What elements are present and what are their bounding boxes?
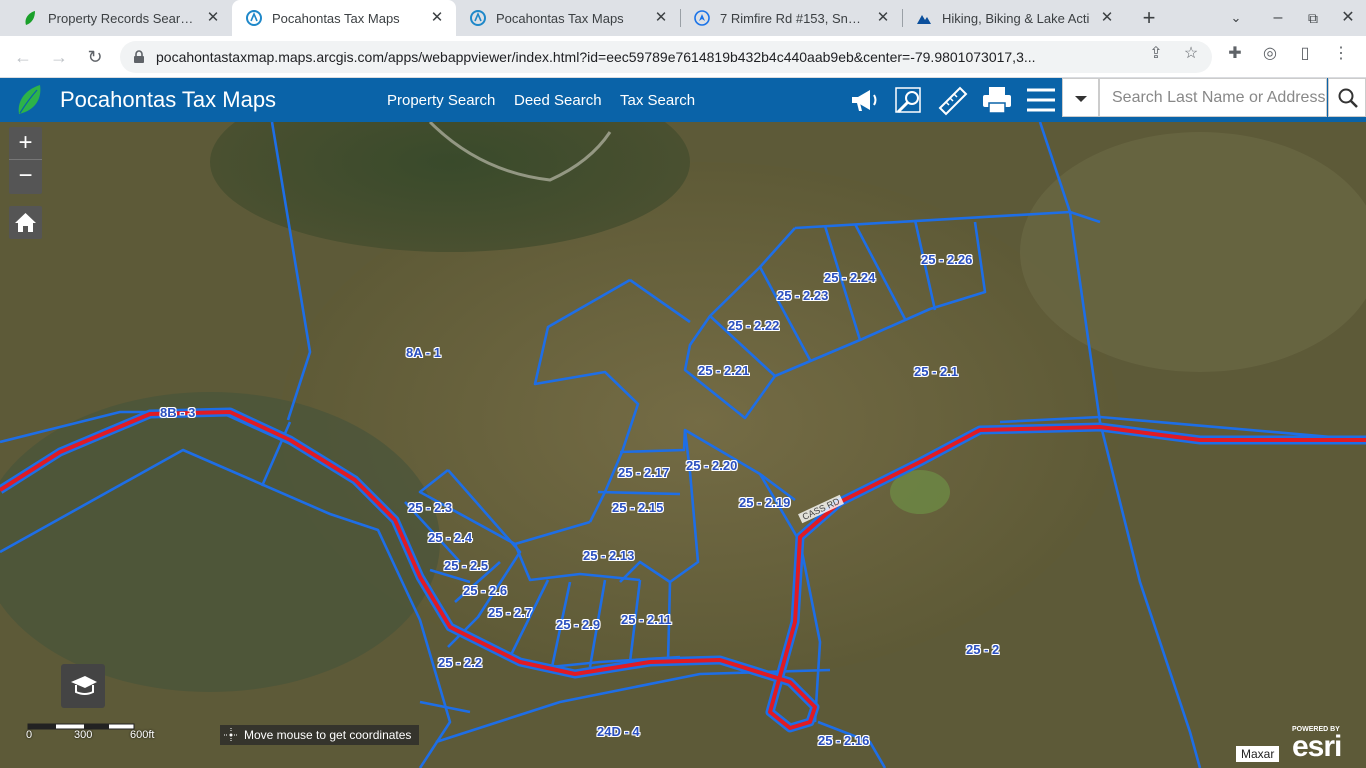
app-logo-icon: [18, 85, 41, 114]
tab-title: Pocahontas Tax Maps: [272, 10, 400, 26]
browser-tab-hiking[interactable]: Hiking, Biking & Lake Acti ✕: [902, 0, 1126, 36]
parcel-label[interactable]: 25 - 2.26: [921, 252, 972, 267]
browser-tabstrip: Property Records Search | ✕ Pocahontas T…: [0, 0, 1366, 36]
forward-icon[interactable]: →: [46, 44, 72, 70]
parcel-label[interactable]: 8B - 3: [160, 405, 195, 420]
esri-logo: POWERED BY esri: [1292, 726, 1342, 763]
parcel-label[interactable]: 24D - 4: [597, 724, 640, 739]
close-icon[interactable]: ✕: [428, 9, 446, 27]
close-icon[interactable]: ✕: [874, 9, 892, 27]
menu-icon[interactable]: [1024, 84, 1058, 116]
parcel-label[interactable]: 25 - 2.15: [612, 500, 663, 515]
mountain-icon: [917, 15, 931, 24]
search-map-icon[interactable]: [892, 84, 926, 116]
print-icon[interactable]: [980, 84, 1014, 116]
satellite-imagery: [0, 122, 1366, 768]
scale-label: 300: [74, 729, 93, 741]
crosshair-icon: [224, 728, 238, 742]
share-icon[interactable]: ⇪: [1146, 44, 1166, 64]
scale-label: 0: [26, 729, 33, 741]
parcel-label[interactable]: 25 - 2.24: [824, 270, 875, 285]
close-icon[interactable]: ✕: [204, 9, 222, 27]
parcel-label[interactable]: 25 - 2.2: [438, 655, 482, 670]
parcel-label[interactable]: 25 - 2.20: [686, 458, 737, 473]
back-icon[interactable]: ←: [10, 44, 36, 70]
reload-icon[interactable]: ↻: [82, 44, 108, 70]
parcel-label[interactable]: 25 - 2.21: [698, 363, 749, 378]
parcel-label[interactable]: 25 - 2.7: [488, 605, 532, 620]
parcel-label[interactable]: 25 - 2: [966, 642, 999, 657]
bookmark-star-icon[interactable]: ☆: [1181, 44, 1201, 64]
chevron-down-icon: [1075, 96, 1087, 102]
scale-label: 600ft: [130, 729, 155, 741]
parcel-label[interactable]: 25 - 2.19: [739, 495, 790, 510]
arcgis-icon: [246, 10, 262, 26]
zoom-in-button[interactable]: +: [9, 127, 42, 160]
lock-icon[interactable]: [132, 50, 146, 64]
leaf-icon: [25, 11, 35, 25]
parcel-label[interactable]: 25 - 2.1: [914, 364, 958, 379]
tab-title: Property Records Search |: [48, 10, 198, 26]
parcel-label[interactable]: 8A - 1: [406, 345, 441, 360]
coordinate-display[interactable]: Move mouse to get coordinates: [220, 725, 420, 745]
search-source-dropdown[interactable]: [1062, 78, 1099, 117]
address-bar[interactable]: pocahontastaxmap.maps.arcgis.com/apps/we…: [120, 41, 1212, 73]
browser-tab-tax-maps-active[interactable]: Pocahontas Tax Maps ✕: [232, 0, 456, 36]
parcel-label[interactable]: 25 - 2.23: [777, 288, 828, 303]
graduation-cap-icon: [71, 676, 97, 695]
parcel-label[interactable]: 25 - 2.6: [463, 583, 507, 598]
coordinate-text: Move mouse to get coordinates: [244, 728, 412, 742]
restore-icon[interactable]: ⧉: [1301, 6, 1325, 30]
parcel-label[interactable]: 25 - 2.22: [728, 318, 779, 333]
side-panel-icon[interactable]: ▯: [1295, 44, 1315, 64]
tab-search-icon[interactable]: ⌄: [1224, 6, 1248, 30]
parcel-label[interactable]: 25 - 2.9: [556, 617, 600, 632]
arcgis-icon: [470, 10, 486, 26]
tab-title: Pocahontas Tax Maps: [496, 10, 624, 26]
url-text[interactable]: pocahontastaxmap.maps.arcgis.com/apps/we…: [156, 49, 1136, 65]
zoom-control: + −: [9, 127, 42, 194]
browser-tab-tax-maps[interactable]: Pocahontas Tax Maps ✕: [456, 0, 680, 36]
close-icon[interactable]: ✕: [1098, 9, 1116, 27]
window-close-icon[interactable]: ✕: [1336, 6, 1360, 30]
parcel-label[interactable]: 25 - 2.5: [444, 558, 488, 573]
nav-link-deed-search[interactable]: Deed Search: [514, 92, 602, 109]
parcel-label[interactable]: 25 - 2.4: [428, 530, 472, 545]
home-button[interactable]: [9, 206, 42, 239]
search-icon: [1338, 88, 1358, 108]
scale-bar: 0 300 600ft: [26, 722, 166, 742]
search-button[interactable]: [1328, 78, 1366, 117]
extensions-icon[interactable]: ✚: [1225, 44, 1245, 64]
nav-link-tax-search[interactable]: Tax Search: [620, 92, 695, 109]
browser-toolbar: ← → ↻ pocahontastaxmap.maps.arcgis.com/a…: [0, 36, 1366, 78]
parcel-label[interactable]: 25 - 2.11: [621, 612, 672, 627]
app-title: Pocahontas Tax Maps: [60, 87, 277, 112]
map-view[interactable]: 8A - 1 8B - 3 25 - 2.26 25 - 2.24 25 - 2…: [0, 122, 1366, 768]
extension-icon[interactable]: ◎: [1260, 44, 1280, 64]
zoom-out-button[interactable]: −: [9, 160, 42, 193]
parcel-label[interactable]: 25 - 2.3: [408, 500, 452, 515]
measure-icon[interactable]: [936, 84, 970, 116]
tab-title: Hiking, Biking & Lake Acti: [942, 10, 1090, 26]
parcel-label[interactable]: 25 - 2.13: [583, 548, 634, 563]
overview-map-button[interactable]: [61, 664, 105, 708]
browser-tab-rimfire[interactable]: 7 Rimfire Rd #153, Snows ✕: [680, 0, 902, 36]
minimize-icon[interactable]: –: [1266, 6, 1290, 30]
new-tab-button[interactable]: +: [1137, 6, 1161, 30]
search-input[interactable]: [1099, 78, 1327, 117]
browser-menu-icon[interactable]: ⋮: [1331, 44, 1351, 64]
parcel-label[interactable]: 25 - 2.16: [818, 733, 869, 748]
location-icon: [694, 10, 710, 26]
tab-title: 7 Rimfire Rd #153, Snows: [720, 10, 868, 26]
nav-link-property-search[interactable]: Property Search: [387, 92, 495, 109]
esri-brand-text: esri: [1292, 730, 1342, 763]
parcel-label[interactable]: 25 - 2.17: [618, 465, 669, 480]
imagery-attribution: Maxar: [1236, 746, 1280, 762]
home-icon: [15, 213, 36, 232]
close-icon[interactable]: ✕: [652, 9, 670, 27]
megaphone-icon[interactable]: [848, 84, 882, 116]
browser-tab-property-records[interactable]: Property Records Search | ✕: [8, 0, 232, 36]
